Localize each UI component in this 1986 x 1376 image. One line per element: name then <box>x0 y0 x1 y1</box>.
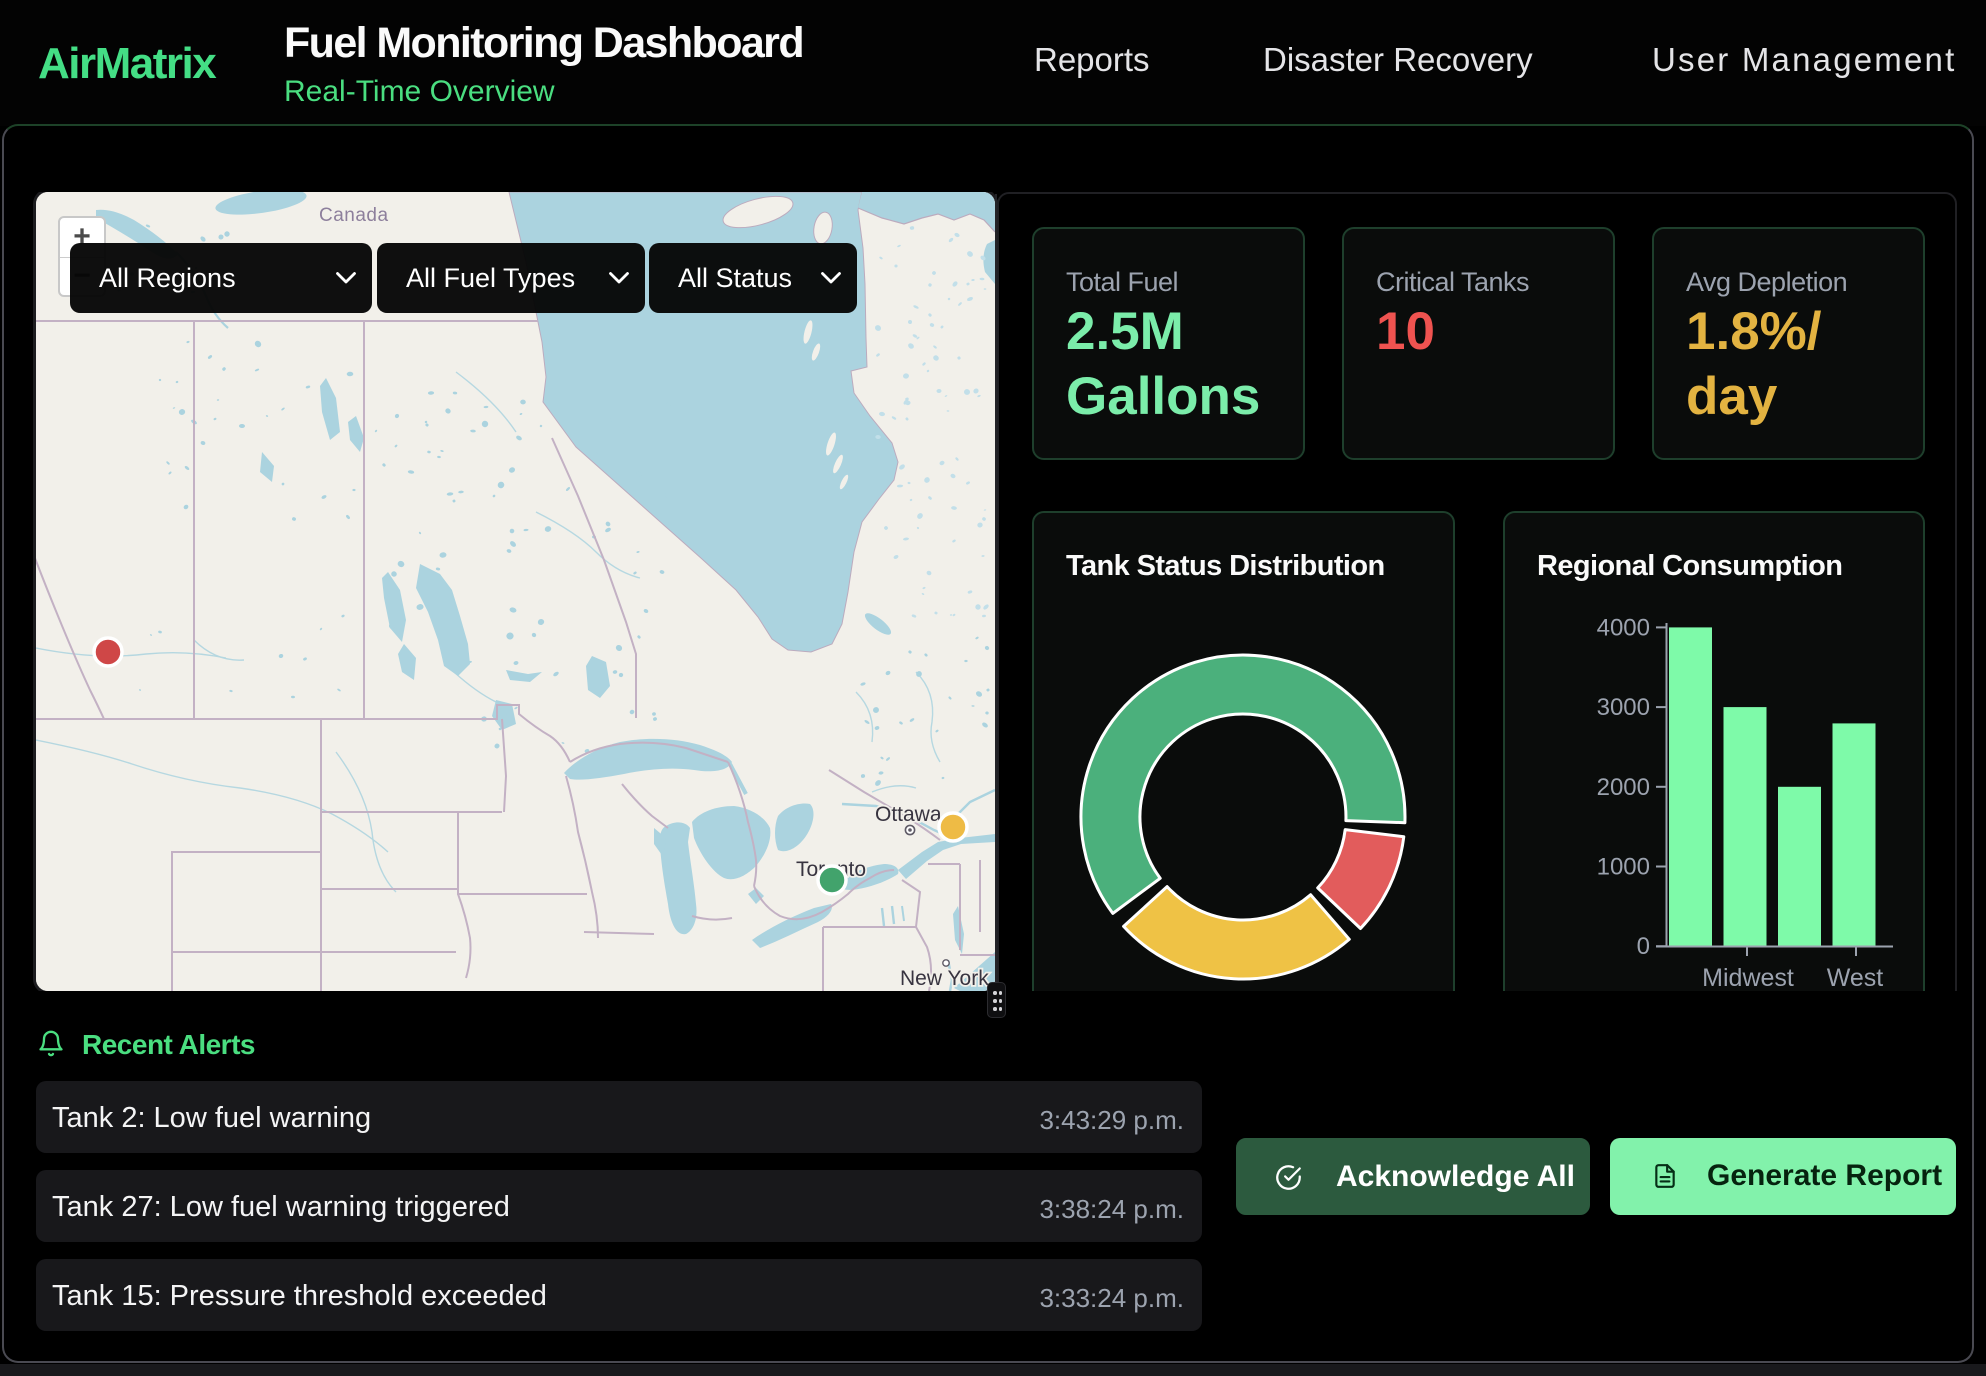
svg-text:Ottawa: Ottawa <box>875 803 942 826</box>
svg-text:4000: 4000 <box>1597 614 1650 641</box>
svg-text:Canada: Canada <box>319 205 389 226</box>
svg-text:Midwest: Midwest <box>1702 964 1794 991</box>
svg-text:3000: 3000 <box>1597 694 1650 721</box>
svg-text:1000: 1000 <box>1597 854 1650 881</box>
svg-text:West: West <box>1827 964 1884 991</box>
svg-text:2000: 2000 <box>1597 774 1650 801</box>
svg-text:New York: New York <box>900 967 989 990</box>
svg-text:0: 0 <box>1637 933 1650 960</box>
